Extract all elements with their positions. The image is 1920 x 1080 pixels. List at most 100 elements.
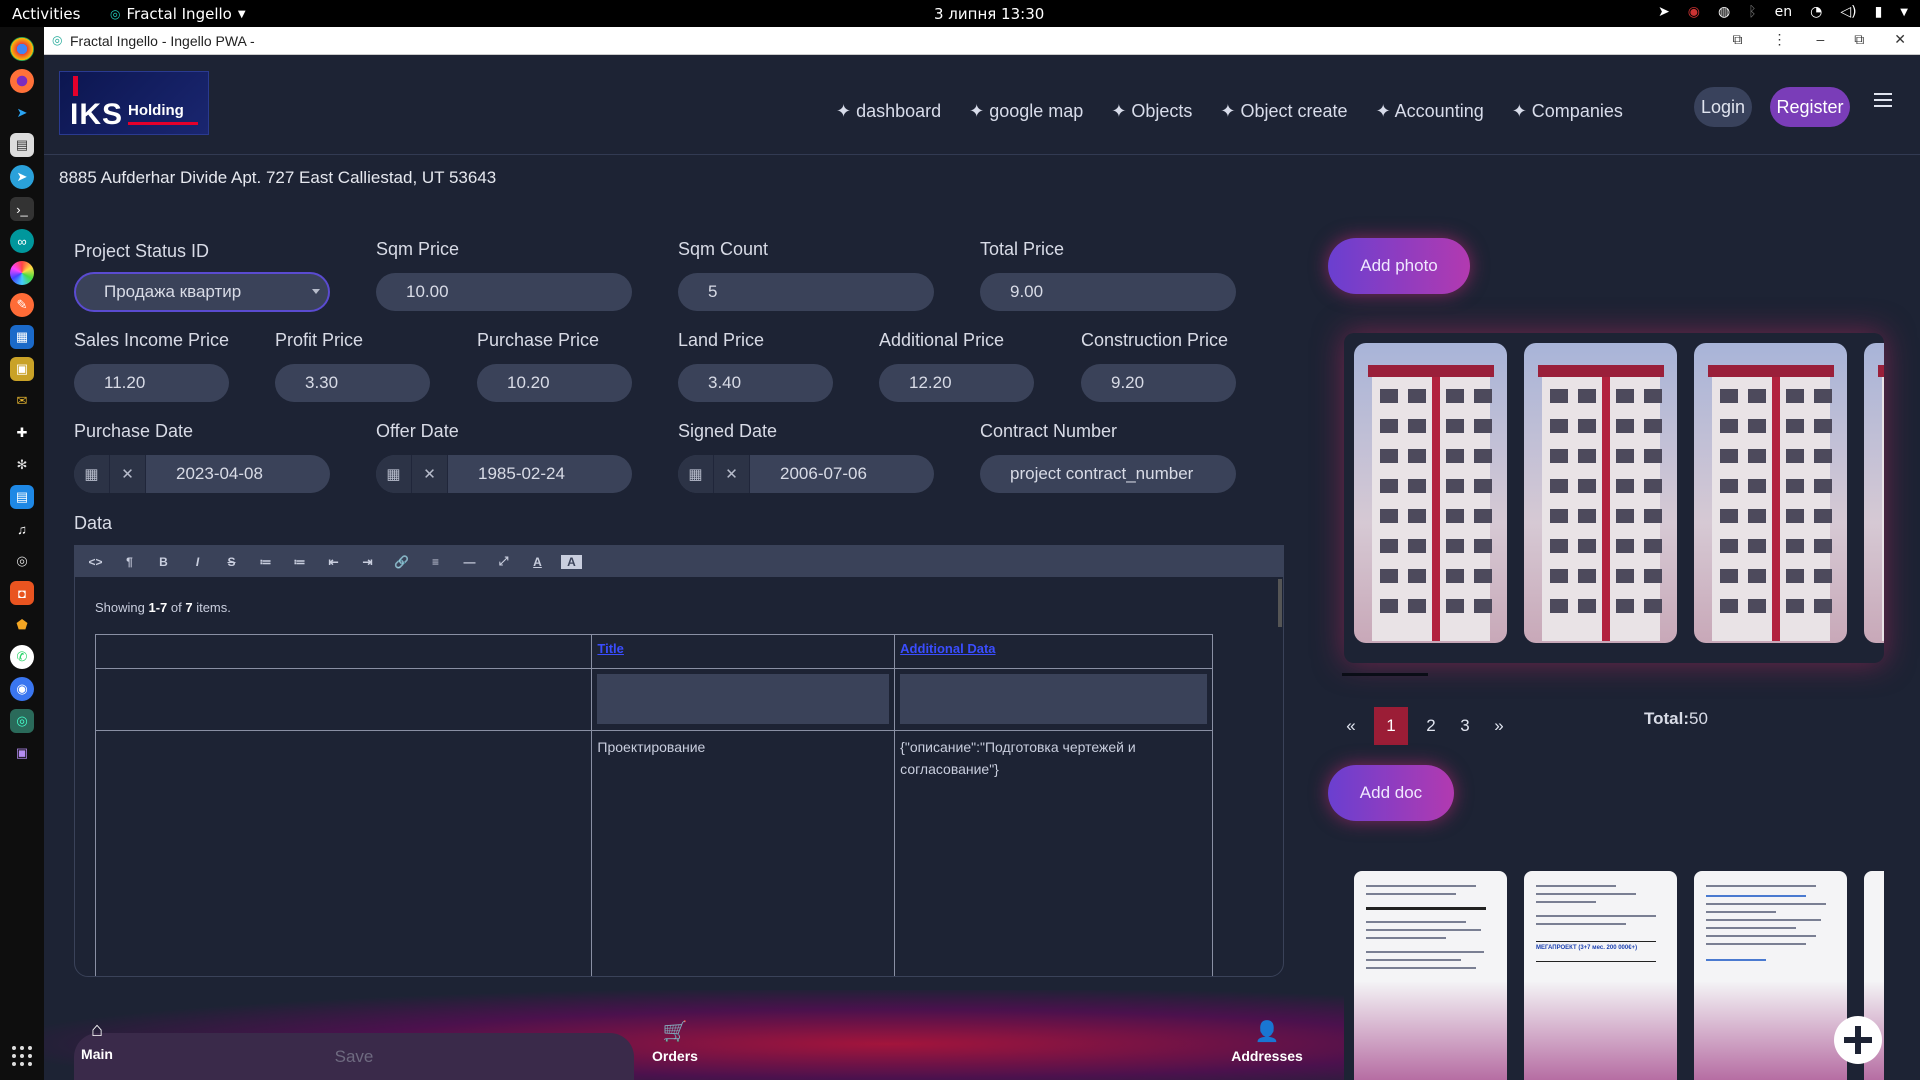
slack-icon[interactable]: ✚ bbox=[10, 421, 34, 445]
document-thumbnail[interactable] bbox=[1354, 871, 1507, 1080]
calendar-icon[interactable]: ▦ bbox=[74, 455, 110, 493]
page-next[interactable]: » bbox=[1488, 716, 1510, 736]
extension-icon[interactable]: ⧉ bbox=[1732, 31, 1742, 48]
purchase-date-picker[interactable]: ▦ ✕ 2023-04-08 bbox=[74, 455, 330, 493]
paragraph-icon[interactable]: ¶ bbox=[119, 555, 140, 569]
software-icon[interactable]: ◘ bbox=[10, 581, 34, 605]
chrome-icon[interactable] bbox=[10, 37, 34, 61]
outdent-icon[interactable]: ⇤ bbox=[323, 555, 344, 569]
additional-filter-input[interactable] bbox=[900, 674, 1207, 724]
fullscreen-icon[interactable]: ⤢ bbox=[493, 554, 514, 569]
title-filter-input[interactable] bbox=[597, 674, 890, 724]
disk-icon[interactable]: ◎ bbox=[10, 549, 34, 573]
add-fab-icon[interactable] bbox=[1834, 1016, 1882, 1064]
battery-icon[interactable]: ▮ bbox=[1875, 4, 1883, 20]
bottom-nav-main[interactable]: ⌂ Main bbox=[52, 1019, 142, 1062]
screenshot-icon[interactable]: ▣ bbox=[10, 741, 34, 765]
shield-icon[interactable]: ⬟ bbox=[10, 613, 34, 637]
more-options-icon[interactable]: ⋮ bbox=[1772, 31, 1786, 48]
construction-price-input[interactable]: 9.20 bbox=[1081, 364, 1236, 402]
font-color-icon[interactable]: A bbox=[527, 555, 548, 569]
photo-thumbnail[interactable] bbox=[1864, 343, 1884, 643]
nav-object-create[interactable]: ✦ Object create bbox=[1220, 101, 1347, 122]
update-icon[interactable]: ◉ bbox=[1688, 4, 1700, 20]
project-status-select[interactable]: Продажа квартир bbox=[74, 272, 330, 312]
italic-icon[interactable]: I bbox=[187, 555, 208, 569]
page-3[interactable]: 3 bbox=[1454, 716, 1476, 736]
bottom-nav-orders[interactable]: 🛒 Orders bbox=[630, 1019, 720, 1064]
page-2[interactable]: 2 bbox=[1420, 716, 1442, 736]
horizontal-rule-icon[interactable]: — bbox=[459, 555, 480, 569]
system-tray[interactable]: ➤ ◉ ◍ ᛒ en ◔ ◁) ▮ ▼ bbox=[1658, 4, 1908, 20]
document-thumbnail[interactable] bbox=[1694, 871, 1847, 1080]
activities-button[interactable]: Activities bbox=[12, 5, 80, 23]
logo[interactable]: IKS Holding bbox=[59, 71, 209, 135]
editor-scrollbar[interactable] bbox=[1278, 579, 1282, 627]
gear-icon[interactable]: ✻ bbox=[10, 453, 34, 477]
sort-title-link[interactable]: Title bbox=[597, 641, 624, 656]
clear-icon[interactable]: ✕ bbox=[412, 455, 448, 493]
files-icon[interactable]: ▤ bbox=[10, 133, 34, 157]
nav-companies[interactable]: ✦ Companies bbox=[1512, 101, 1623, 122]
bluetooth-icon[interactable]: ᛒ bbox=[1748, 4, 1756, 20]
volume-icon[interactable]: ◁) bbox=[1840, 4, 1856, 20]
purchase-price-input[interactable]: 10.20 bbox=[477, 364, 632, 402]
page-prev[interactable]: « bbox=[1340, 716, 1362, 736]
photo-thumbnail[interactable] bbox=[1694, 343, 1847, 643]
bold-icon[interactable]: B bbox=[153, 555, 174, 569]
clear-icon[interactable]: ✕ bbox=[714, 455, 750, 493]
login-button[interactable]: Login bbox=[1694, 87, 1752, 127]
unordered-list-icon[interactable]: ≔ bbox=[255, 555, 276, 569]
land-price-input[interactable]: 3.40 bbox=[678, 364, 833, 402]
align-icon[interactable]: ≡ bbox=[425, 555, 446, 569]
firefox-icon[interactable] bbox=[10, 69, 34, 93]
nav-objects[interactable]: ✦ Objects bbox=[1111, 101, 1192, 122]
nav-dashboard[interactable]: ✦ dashboard bbox=[836, 101, 941, 122]
arduino-icon[interactable]: ∞ bbox=[10, 229, 34, 253]
add-doc-button[interactable]: Add doc bbox=[1328, 765, 1454, 821]
code-view-icon[interactable]: <> bbox=[85, 555, 106, 569]
calendar-icon[interactable]: ▦ bbox=[376, 455, 412, 493]
chevron-down-icon[interactable]: ▼ bbox=[1900, 7, 1908, 18]
nav-accounting[interactable]: ✦ Accounting bbox=[1376, 101, 1484, 122]
ingello-icon[interactable]: ◎ bbox=[10, 709, 34, 733]
close-icon[interactable]: ✕ bbox=[1894, 31, 1906, 48]
menu-icon[interactable] bbox=[1874, 93, 1892, 107]
document-carousel[interactable]: МЕГАПРОЕКТ (3+7 мес. 200 000€+) bbox=[1344, 861, 1884, 1080]
bottom-nav-addresses[interactable]: 👤 Addresses bbox=[1222, 1019, 1312, 1064]
archive-icon[interactable]: ▣ bbox=[10, 357, 34, 381]
music-icon[interactable]: ♫ bbox=[10, 517, 34, 541]
purchase-date-value[interactable]: 2023-04-08 bbox=[146, 464, 263, 484]
restore-icon[interactable]: ⧉ bbox=[1854, 31, 1864, 48]
vscode-icon[interactable]: ➤ bbox=[10, 101, 34, 125]
terminal-icon[interactable]: ›_ bbox=[10, 197, 34, 221]
show-apps-icon[interactable] bbox=[10, 1044, 34, 1068]
register-button[interactable]: Register bbox=[1770, 87, 1850, 127]
postman-icon[interactable]: ✎ bbox=[10, 293, 34, 317]
photo-carousel[interactable] bbox=[1344, 333, 1884, 663]
telegram-icon[interactable]: ➤ bbox=[1658, 4, 1670, 20]
page-1[interactable]: 1 bbox=[1374, 707, 1408, 745]
nav-google-map[interactable]: ✦ google map bbox=[969, 101, 1083, 122]
calendar-icon[interactable]: ▦ bbox=[678, 455, 714, 493]
document-thumbnail[interactable]: МЕГАПРОЕКТ (3+7 мес. 200 000€+) bbox=[1524, 871, 1677, 1080]
chrome-icon[interactable]: ◍ bbox=[1718, 4, 1730, 20]
data-editor[interactable]: <> ¶ B I S ≔ ≔ ⇤ ⇥ 🔗 ≡ — ⤢ A A Showing 1… bbox=[74, 545, 1284, 977]
profit-input[interactable]: 3.30 bbox=[275, 364, 430, 402]
clock[interactable]: 3 липня 13:30 bbox=[934, 5, 1044, 23]
clear-icon[interactable]: ✕ bbox=[110, 455, 146, 493]
save-button[interactable]: Save bbox=[74, 1033, 634, 1080]
table-row[interactable]: Проектирование {"описание":"Подготовка ч… bbox=[94, 730, 1213, 976]
document-icon[interactable]: ▤ bbox=[10, 485, 34, 509]
language-indicator[interactable]: en bbox=[1775, 4, 1793, 20]
contract-number-input[interactable]: project contract_number bbox=[980, 455, 1236, 493]
photo-thumbnail[interactable] bbox=[1354, 343, 1507, 643]
link-icon[interactable]: 🔗 bbox=[391, 555, 412, 569]
ordered-list-icon[interactable]: ≔ bbox=[289, 555, 310, 569]
strikethrough-icon[interactable]: S bbox=[221, 555, 242, 569]
indent-icon[interactable]: ⇥ bbox=[357, 555, 378, 569]
minimize-icon[interactable]: – bbox=[1816, 31, 1824, 48]
additional-price-input[interactable]: 12.20 bbox=[879, 364, 1034, 402]
background-color-icon[interactable]: A bbox=[561, 554, 582, 569]
app-menu[interactable]: ◎ Fractal Ingello ▼ bbox=[110, 5, 246, 23]
